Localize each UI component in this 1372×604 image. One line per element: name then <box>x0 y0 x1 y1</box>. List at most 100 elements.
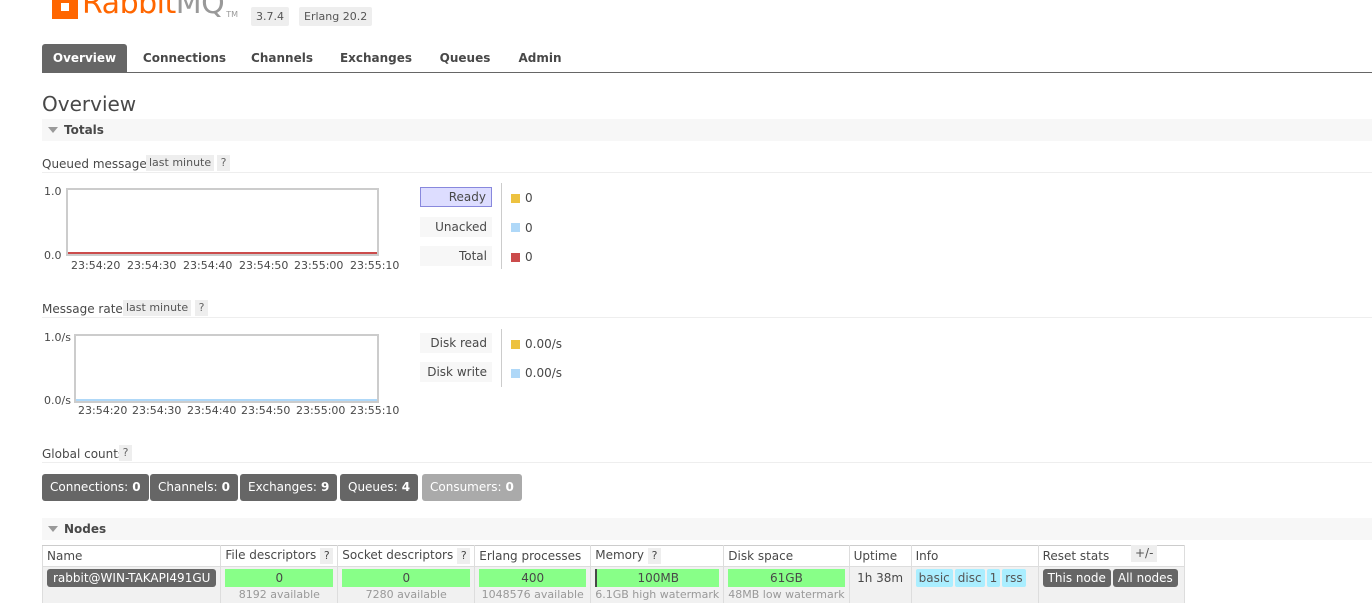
total-value: 0 <box>525 250 533 264</box>
totals-section-header[interactable]: Totals <box>42 119 1372 141</box>
rates-y-bottom: 0.0/s <box>44 394 71 407</box>
total-swatch <box>511 253 520 262</box>
queued-messages-label: Queued messages <box>42 157 154 171</box>
channels-count-button[interactable]: Channels: 0 <box>150 474 238 501</box>
sockets-help-icon[interactable]: ? <box>457 548 471 564</box>
queued-messages-header: Queued messages last minute ? <box>42 155 1372 173</box>
x-tick: 23:55:10 <box>350 404 400 417</box>
columns-toggle-button[interactable]: +/- <box>1131 545 1158 562</box>
exchanges-count-button[interactable]: Exchanges: 9 <box>240 474 338 501</box>
message-rates-chart <box>74 334 379 403</box>
x-tick: 23:54:30 <box>127 259 177 272</box>
message-rates-header: Message rates last minute ? <box>42 300 1372 318</box>
legend-disk-read-button[interactable]: Disk read <box>420 333 492 353</box>
rates-help-icon[interactable]: ? <box>195 300 208 316</box>
erlang-bar: 400 <box>479 569 587 587</box>
sockets-bar: 0 <box>342 569 471 587</box>
rabbitmq-logo[interactable]: RabbitMQ TM <box>52 0 238 22</box>
disk-read-value: 0.00/s <box>525 337 563 351</box>
global-counts-label: Global counts <box>42 447 125 461</box>
tab-queues[interactable]: Queues <box>432 44 498 72</box>
fd-available: 8192 available <box>238 588 320 601</box>
memory-help-icon[interactable]: ? <box>648 548 662 564</box>
x-tick: 23:54:20 <box>71 259 121 272</box>
x-tick: 23:54:20 <box>78 404 128 417</box>
tab-connections[interactable]: Connections <box>137 44 232 72</box>
x-tick: 23:54:40 <box>183 259 233 272</box>
reset-this-node-button[interactable]: This node <box>1042 569 1111 587</box>
collapse-triangle-icon <box>48 127 58 133</box>
node-name-cell: rabbit@WIN-TAKAPI491GU <box>41 566 222 603</box>
message-rates-label: Message rates <box>42 302 130 316</box>
rates-y-top: 1.0/s <box>44 331 71 344</box>
info-tag-count: 1 <box>986 569 1001 587</box>
col-reset-stats: Reset stats <box>1037 545 1185 567</box>
col-socket-descriptors: Socket descriptors? <box>337 545 476 567</box>
queued-range-selector[interactable]: last minute <box>146 155 215 171</box>
logo-trademark: TM <box>226 9 239 19</box>
x-tick: 23:54:50 <box>241 404 291 417</box>
tab-channels[interactable]: Channels <box>244 44 320 72</box>
legend-total-button[interactable]: Total <box>420 246 492 266</box>
info-tag-disc: disc <box>954 569 985 587</box>
tab-overview[interactable]: Overview <box>42 44 127 72</box>
fd-help-icon[interactable]: ? <box>320 548 334 564</box>
erlang-available: 1048576 available <box>481 588 584 601</box>
tab-admin[interactable]: Admin <box>510 44 570 72</box>
disk-watermark: 48MB low watermark <box>728 588 845 601</box>
global-counts-help-icon[interactable]: ? <box>119 445 132 461</box>
memory-cell: 100MB 6.1GB high watermark <box>590 566 725 603</box>
table-row: rabbit@WIN-TAKAPI491GU 0 8192 available 0… <box>41 566 1185 603</box>
queued-y-bottom: 0.0 <box>44 249 62 262</box>
disk-write-swatch <box>511 369 520 378</box>
legend-divider <box>501 329 502 387</box>
rates-range-selector[interactable]: last minute <box>123 300 192 316</box>
connections-count-button[interactable]: Connections: 0 <box>42 474 149 501</box>
queued-messages-chart <box>66 188 379 256</box>
x-tick: 23:54:40 <box>187 404 237 417</box>
legend-ready-button[interactable]: Ready <box>420 187 492 207</box>
tab-exchanges[interactable]: Exchanges <box>334 44 418 72</box>
sockets-available: 7280 available <box>365 588 447 601</box>
logo-wordmark: RabbitMQ <box>82 0 225 21</box>
col-file-descriptors: File descriptors? <box>220 545 339 567</box>
disk-read-swatch <box>511 340 520 349</box>
erlang-version-badge: Erlang 20.2 <box>299 7 373 26</box>
reset-all-nodes-button[interactable]: All nodes <box>1112 569 1178 587</box>
legend-unacked-button[interactable]: Unacked <box>420 217 492 237</box>
col-name[interactable]: Name <box>41 545 222 567</box>
memory-watermark: 6.1GB high watermark <box>595 588 720 601</box>
disk-bar: 61GB <box>728 569 845 587</box>
collapse-triangle-icon <box>48 526 58 532</box>
rabbitmq-logo-icon <box>52 0 78 19</box>
unacked-swatch <box>511 223 520 232</box>
queued-help-icon[interactable]: ? <box>217 155 230 171</box>
legend-disk-write-button[interactable]: Disk write <box>420 362 492 382</box>
ready-swatch <box>511 194 520 203</box>
nodes-label: Nodes <box>64 522 107 536</box>
reset-cell: This node All nodes <box>1037 566 1185 603</box>
queued-chart-plot <box>68 252 377 254</box>
col-disk-space: Disk space <box>723 545 850 567</box>
memory-bar: 100MB <box>595 569 720 587</box>
info-tag-rss: rss <box>1002 569 1026 587</box>
nodes-section-header[interactable]: Nodes <box>42 518 1372 540</box>
disk-write-value: 0.00/s <box>525 366 563 380</box>
erlang-cell: 400 1048576 available <box>474 566 592 603</box>
x-tick: 23:54:30 <box>132 404 182 417</box>
queues-count-button[interactable]: Queues: 4 <box>340 474 419 501</box>
node-name-link[interactable]: rabbit@WIN-TAKAPI491GU <box>47 569 217 587</box>
x-tick: 23:54:50 <box>239 259 289 272</box>
sockets-cell: 0 7280 available <box>337 566 476 603</box>
rates-chart-plot <box>76 399 377 401</box>
fd-bar: 0 <box>225 569 334 587</box>
nodes-table: Name File descriptors? Socket descriptor… <box>41 545 1185 603</box>
consumers-count-button[interactable]: Consumers: 0 <box>422 474 522 501</box>
page-title: Overview <box>42 92 137 116</box>
fd-cell: 0 8192 available <box>220 566 339 603</box>
queued-y-top: 1.0 <box>44 185 62 198</box>
info-cell: basic disc 1 rss <box>910 566 1039 603</box>
global-counts-header: Global counts ? <box>42 445 1372 463</box>
col-erlang-processes: Erlang processes <box>474 545 592 567</box>
nodes-table-header: Name File descriptors? Socket descriptor… <box>41 545 1185 567</box>
